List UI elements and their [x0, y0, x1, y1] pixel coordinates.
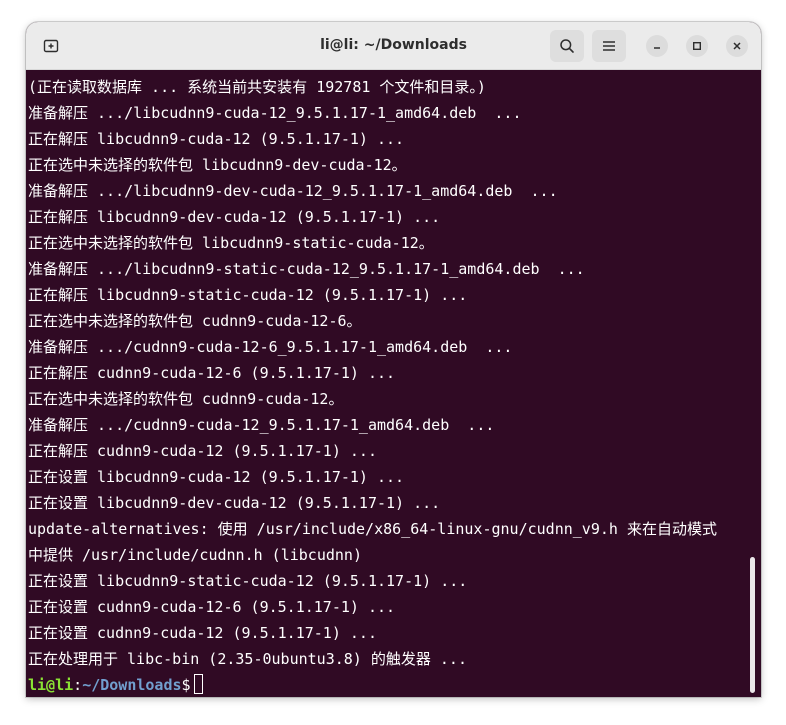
maximize-button[interactable] [686, 35, 708, 57]
terminal-line: 正在设置 cudnn9-cuda-12 (9.5.1.17-1) ... [28, 624, 377, 642]
terminal-line: 正在解压 cudnn9-cuda-12-6 (9.5.1.17-1) ... [28, 364, 396, 382]
prompt-line[interactable]: li@li:~/Downloads$ [28, 672, 203, 697]
terminal-output[interactable]: (正在读取数据库 ... 系统当前共安装有 192781 个文件和目录。) 准备… [26, 71, 761, 697]
terminal-line: 准备解压 .../libcudnn9-cuda-12_9.5.1.17-1_am… [28, 104, 522, 122]
terminal-line: 准备解压 .../cudnn9-cuda-12-6_9.5.1.17-1_amd… [28, 338, 513, 356]
search-button[interactable] [550, 30, 584, 62]
terminal-line: 正在处理用于 libc-bin (2.35-0ubuntu3.8) 的触发器 .… [28, 650, 467, 668]
terminal-line: 准备解压 .../cudnn9-cuda-12_9.5.1.17-1_amd64… [28, 416, 495, 434]
title-bar[interactable]: li@li: ~/Downloads [26, 22, 761, 70]
prompt-path: ~/Downloads [82, 676, 182, 694]
menu-button[interactable] [592, 30, 626, 62]
terminal-window: li@li: ~/Downloads (正在读取数据库 ... 系统当前共安装有… [26, 22, 761, 697]
prompt-separator: : [73, 676, 83, 694]
terminal-line: 正在选中未选择的软件包 libcudnn9-static-cuda-12。 [28, 234, 434, 252]
terminal-line: 正在设置 cudnn9-cuda-12-6 (9.5.1.17-1) ... [28, 598, 396, 616]
terminal-line: (正在读取数据库 ... 系统当前共安装有 192781 个文件和目录。) [28, 78, 486, 96]
close-button[interactable] [726, 35, 748, 57]
terminal-line: 正在选中未选择的软件包 libcudnn9-dev-cuda-12。 [28, 156, 407, 174]
hamburger-menu-icon [603, 41, 615, 51]
close-icon [733, 42, 741, 50]
terminal-line: 正在设置 libcudnn9-cuda-12 (9.5.1.17-1) ... [28, 468, 405, 486]
minimize-icon [654, 47, 660, 49]
terminal-line: 正在设置 libcudnn9-static-cuda-12 (9.5.1.17-… [28, 572, 468, 590]
minimize-button[interactable] [646, 35, 668, 57]
terminal-line: 准备解压 .../libcudnn9-static-cuda-12_9.5.1.… [28, 260, 585, 278]
terminal-line: update-alternatives: 使用 /usr/include/x86… [28, 520, 717, 538]
terminal-line: 正在解压 libcudnn9-cuda-12 (9.5.1.17-1) ... [28, 130, 405, 148]
terminal-line: 中提供 /usr/include/cudnn.h (libcudnn) [28, 546, 362, 564]
terminal-line: 正在选中未选择的软件包 cudnn9-cuda-12。 [28, 390, 344, 408]
text-cursor [193, 674, 203, 694]
terminal-line: 正在设置 libcudnn9-dev-cuda-12 (9.5.1.17-1) … [28, 494, 441, 512]
terminal-line: 正在解压 cudnn9-cuda-12 (9.5.1.17-1) ... [28, 442, 377, 460]
maximize-icon [693, 42, 701, 50]
terminal-line: 正在解压 libcudnn9-dev-cuda-12 (9.5.1.17-1) … [28, 208, 441, 226]
terminal-line: 正在选中未选择的软件包 cudnn9-cuda-12-6。 [28, 312, 362, 330]
new-tab-button[interactable] [34, 30, 68, 62]
new-tab-icon [43, 39, 59, 53]
prompt-symbol: $ [181, 676, 191, 694]
vertical-scrollbar[interactable] [750, 557, 755, 693]
search-icon [560, 39, 574, 53]
terminal-line: 正在解压 libcudnn9-static-cuda-12 (9.5.1.17-… [28, 286, 468, 304]
prompt-user: li@li [28, 676, 74, 694]
terminal-line: 准备解压 .../libcudnn9-dev-cuda-12_9.5.1.17-… [28, 182, 558, 200]
